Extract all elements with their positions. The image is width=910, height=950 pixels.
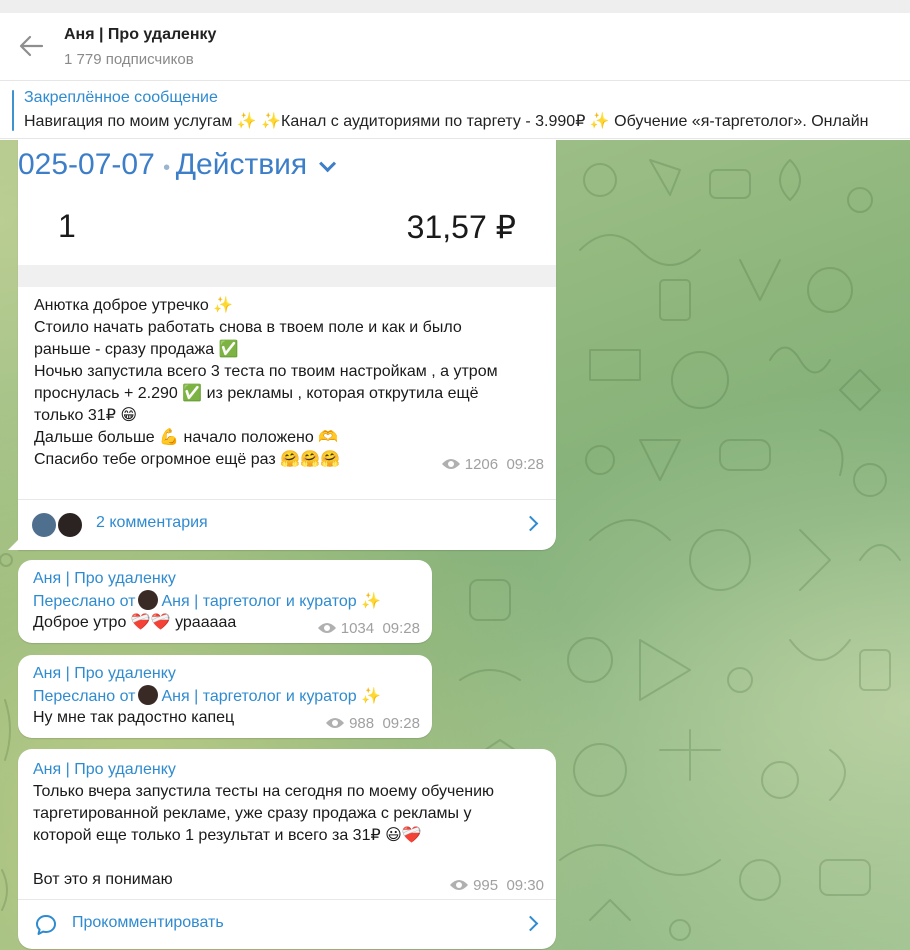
avatar xyxy=(56,511,84,539)
message-author[interactable]: Аня | Про удаленку xyxy=(33,568,176,590)
receipt-date-row: 025-07-07 • Действия xyxy=(18,148,337,182)
window-top-strip xyxy=(0,0,910,13)
message-bubble[interactable]: 025-07-07 • Действия 1 31,57 ₽ Анютка до… xyxy=(18,140,556,550)
avatar xyxy=(138,685,159,705)
view-count: 1034 xyxy=(340,620,375,637)
comments-label: 2 комментария xyxy=(96,514,208,531)
forwarded-source: Аня | таргетолог и куратор ✨ xyxy=(161,688,382,705)
message-line: Ночью запустила всего 3 теста по твоим н… xyxy=(34,363,498,380)
forwarded-prefix: Переслано от xyxy=(33,688,136,705)
back-arrow-icon xyxy=(19,35,44,57)
message-bubble[interactable]: Аня | Про удаленку Переслано от Аня | тар… xyxy=(18,560,432,643)
message-line: Только вчера запустила тесты на сегодня … xyxy=(33,783,495,800)
pinned-message[interactable]: Закреплённое сообщение Навигация по моим… xyxy=(0,82,910,139)
forwarded-header[interactable]: Переслано от Аня | таргетолог и куратор ✨ xyxy=(33,685,381,708)
separator-dot: • xyxy=(163,157,176,179)
message-meta: 995 09:30 xyxy=(449,877,544,894)
message-line: Дальше больше 💪 начало положено 🫶 xyxy=(34,429,339,446)
chat-area[interactable]: 025-07-07 • Действия 1 31,57 ₽ Анютка до… xyxy=(0,140,910,950)
forwarded-prefix: Переслано от xyxy=(33,593,136,610)
message-time: 09:28 xyxy=(382,620,420,637)
message-line xyxy=(33,847,543,869)
eye-icon xyxy=(450,880,469,890)
eye-icon xyxy=(326,718,345,728)
message-text: Анютка доброе утречко ✨ Стоило начать ра… xyxy=(34,295,544,471)
message-line: которой еще только 1 результат и всего з… xyxy=(33,827,422,844)
message-text: Доброе утро ❤️‍🩹❤️‍🩹 урааааа xyxy=(33,614,237,631)
message-time: 09:30 xyxy=(506,877,544,894)
view-count: 988 xyxy=(349,715,375,732)
comment-icon xyxy=(36,915,56,935)
message-bubble[interactable]: Аня | Про удаленку Переслано от Аня | тар… xyxy=(18,655,432,738)
receipt-action: Действия xyxy=(175,148,308,181)
chevron-down-icon xyxy=(319,155,337,173)
eye-icon xyxy=(441,459,460,469)
message-author[interactable]: Аня | Про удаленку xyxy=(33,759,176,781)
message-meta: 1034 09:28 xyxy=(317,620,420,637)
chevron-right-icon xyxy=(522,915,539,932)
message-bubble[interactable]: Аня | Про удаленку Только вчера запустил… xyxy=(18,749,556,949)
receipt-sum: 31,57 ₽ xyxy=(406,209,516,245)
message-line: Анютка доброе утречко ✨ xyxy=(34,297,234,314)
message-meta: 988 09:28 xyxy=(325,715,420,732)
receipt-footer xyxy=(18,265,556,287)
receipt-date: 025-07-07 xyxy=(18,148,155,181)
message-line: раньше - сразу продажа ✅ xyxy=(34,341,239,358)
message-meta: 1206 09:28 xyxy=(441,456,544,473)
receipt-image[interactable]: 025-07-07 • Действия 1 31,57 ₽ xyxy=(18,140,556,287)
message-time: 09:28 xyxy=(506,456,544,473)
message-time: 09:28 xyxy=(382,715,420,732)
comments-button[interactable]: 2 комментария xyxy=(18,499,556,549)
view-count: 995 xyxy=(473,877,499,894)
avatar xyxy=(30,511,58,539)
pinned-text: Навигация по моим услугам ✨ ✨Канал с ауд… xyxy=(24,113,869,130)
message-line: Стоило начать работать снова в твоем пол… xyxy=(34,319,462,336)
comments-label: Прокомментировать xyxy=(72,914,224,931)
message-author[interactable]: Аня | Про удаленку xyxy=(33,663,176,685)
message-line: проснулась + 2.290 ✅ из рекламы , котора… xyxy=(34,385,479,402)
message-line: только 31₽ 😁 xyxy=(34,407,137,424)
pinned-indicator xyxy=(12,90,14,131)
message-text: Только вчера запустила тесты на сегодня … xyxy=(33,781,543,891)
forwarded-source: Аня | таргетолог и куратор ✨ xyxy=(161,593,382,610)
chat-header: Аня | Про удаленку 1 779 подписчиков xyxy=(0,13,910,81)
pinned-title: Закреплённое сообщение xyxy=(24,89,218,106)
channel-title[interactable]: Аня | Про удаленку xyxy=(64,26,216,44)
view-count: 1206 xyxy=(464,456,499,473)
message-text: Ну мне так радостно капец xyxy=(33,709,235,726)
back-button[interactable] xyxy=(14,31,50,61)
eye-icon xyxy=(317,623,336,633)
avatar xyxy=(138,590,159,610)
comment-button[interactable]: Прокомментировать xyxy=(18,899,556,949)
message-line: таргетированной рекламе, уже сразу прода… xyxy=(33,805,472,822)
chevron-right-icon xyxy=(522,515,539,532)
receipt-quantity: 1 xyxy=(58,208,76,244)
subscriber-count: 1 779 подписчиков xyxy=(64,51,194,68)
forwarded-header[interactable]: Переслано от Аня | таргетолог и куратор ✨ xyxy=(33,590,381,613)
